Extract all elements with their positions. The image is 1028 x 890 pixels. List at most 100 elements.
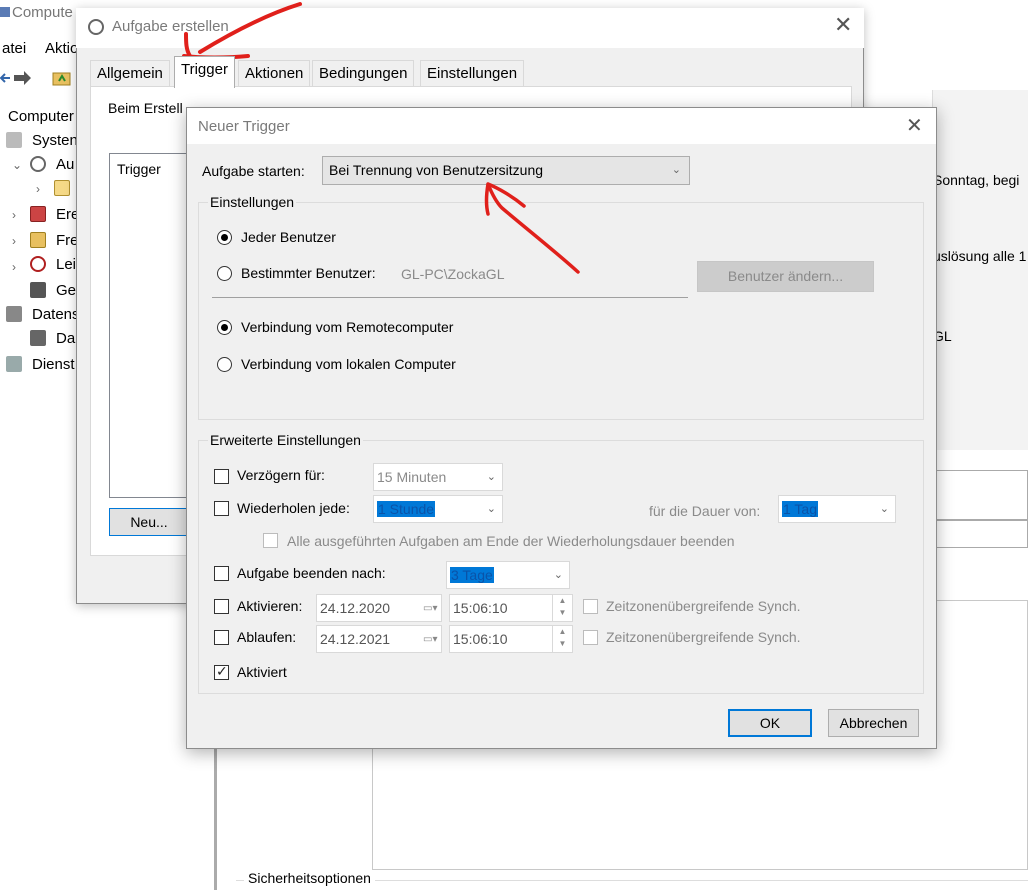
duration-label: für die Dauer von: — [649, 503, 761, 519]
activate-time-value: 15:06:10 — [453, 600, 508, 616]
activate-sync-checkbox[interactable] — [583, 599, 598, 614]
tree-item-performance[interactable]: Lei — [56, 256, 76, 280]
task-library-icon[interactable] — [54, 180, 70, 196]
specific-user-radio[interactable] — [217, 266, 232, 281]
clock-icon — [30, 156, 46, 172]
activate-label: Aktivieren: — [237, 598, 303, 614]
change-user-button[interactable]: Benutzer ändern... — [697, 261, 874, 292]
remote-connection-radio[interactable] — [217, 320, 232, 335]
delay-checkbox[interactable] — [214, 469, 229, 484]
divider — [212, 297, 688, 298]
activate-date-value: 24.12.2020 — [320, 600, 391, 616]
new-trigger-button[interactable]: Neu... — [109, 508, 189, 536]
repeat-select[interactable]: 1 Stunde ⌄ — [373, 495, 503, 523]
trigger-summary-text: Sonntag, begi — [933, 172, 1020, 188]
start-task-select[interactable]: Bei Trennung von Benutzersitzung ⌄ — [322, 156, 690, 185]
clock-icon — [88, 19, 104, 35]
stop-all-checkbox[interactable] — [263, 533, 278, 548]
create-task-title: Aufgabe erstellen — [112, 18, 229, 35]
ok-button[interactable]: OK — [728, 709, 812, 737]
advanced-settings-label: Erweiterte Einstellungen — [208, 432, 363, 448]
computer-management-icon — [0, 7, 10, 17]
expire-time-picker[interactable]: 15:06:10 ▲ ▼ — [449, 625, 573, 653]
services-icon — [6, 356, 22, 372]
stop-all-label: Alle ausgeführten Aufgaben am Ende der W… — [287, 533, 735, 549]
tree-item-computer[interactable]: Computer — [8, 108, 74, 132]
tab-bedingungen[interactable]: Bedingungen — [312, 60, 415, 86]
enabled-label: Aktiviert — [237, 664, 287, 680]
stop-after-checkbox[interactable] — [214, 566, 229, 581]
tab-trigger[interactable]: Trigger — [174, 56, 235, 88]
chevron-right-icon[interactable]: › — [12, 234, 16, 248]
expire-sync-label: Zeitzonenübergreifende Synch. — [606, 629, 801, 645]
chevron-down-icon: ⌄ — [486, 503, 496, 515]
new-trigger-titlebar[interactable] — [187, 108, 936, 144]
tree-item-disk-management[interactable]: Da — [56, 330, 75, 354]
chevron-right-icon[interactable]: › — [12, 260, 16, 274]
tree-item-storage[interactable]: Datens — [32, 306, 80, 330]
tab-einstellungen[interactable]: Einstellungen — [420, 60, 525, 86]
time-spinner-icon[interactable]: ▲ ▼ — [552, 595, 572, 621]
tree-item-services[interactable]: Dienst — [32, 356, 75, 380]
trigger-summary-text: uslösung alle 1 — [933, 248, 1027, 264]
delay-select[interactable]: 15 Minuten ⌄ — [373, 463, 503, 491]
close-icon[interactable]: ✕ — [834, 14, 852, 36]
activate-time-picker[interactable]: 15:06:10 ▲ ▼ — [449, 594, 573, 622]
expire-sync-checkbox[interactable] — [583, 630, 598, 645]
expire-checkbox[interactable] — [214, 630, 229, 645]
delay-value: 15 Minuten — [377, 469, 447, 485]
duration-value: 1 Tag — [782, 501, 818, 517]
chevron-down-icon: ⌄ — [671, 164, 681, 176]
user-name-value: GL-PC\ZockaGL — [401, 266, 505, 282]
calendar-icon[interactable]: ▭▾ — [423, 604, 437, 614]
performance-icon — [30, 256, 46, 272]
menu-datei[interactable]: atei — [2, 40, 26, 57]
trigger-list[interactable] — [109, 153, 189, 498]
tree-item-device-manager[interactable]: Ge — [56, 282, 76, 306]
repeat-label: Wiederholen jede: — [237, 500, 350, 516]
background-field — [932, 520, 1028, 548]
time-spinner-icon[interactable]: ▲ ▼ — [552, 626, 572, 652]
tab-allgemein[interactable]: Allgemein — [90, 60, 170, 86]
folder-up-icon[interactable] — [52, 69, 72, 87]
event-viewer-icon — [30, 206, 46, 222]
expire-label: Ablaufen: — [237, 629, 297, 645]
duration-select[interactable]: 1 Tag ⌄ — [778, 495, 896, 523]
new-trigger-title: Neuer Trigger — [198, 118, 290, 135]
cancel-button[interactable]: Abbrechen — [828, 709, 919, 737]
specific-user-label: Bestimmter Benutzer: — [241, 265, 376, 281]
menu-aktion[interactable]: Aktio — [45, 40, 78, 57]
activate-date-picker[interactable]: 24.12.2020 ▭▾ — [316, 594, 442, 622]
repeat-value: 1 Stunde — [377, 501, 436, 517]
activate-checkbox[interactable] — [214, 599, 229, 614]
stop-after-value: 3 Tage — [450, 567, 494, 583]
navigation-tree: Computer Systen ⌄ Au › › Ere › Fre › Lei… — [0, 100, 80, 400]
delay-label: Verzögern für: — [237, 467, 325, 483]
expire-date-picker[interactable]: 24.12.2021 ▭▾ — [316, 625, 442, 653]
trigger-column-header[interactable]: Trigger — [117, 161, 161, 177]
chevron-down-icon: ⌄ — [553, 569, 563, 581]
disk-management-icon — [30, 330, 46, 346]
start-task-value: Bei Trennung von Benutzersitzung — [329, 162, 544, 178]
expire-time-value: 15:06:10 — [453, 631, 508, 647]
tab-aktionen[interactable]: Aktionen — [238, 60, 311, 86]
chevron-down-icon[interactable]: ⌄ — [12, 158, 22, 172]
tree-item-task-scheduler[interactable]: Au — [56, 156, 74, 180]
stop-after-select[interactable]: 3 Tage ⌄ — [446, 561, 570, 589]
enabled-checkbox[interactable] — [214, 663, 229, 680]
any-user-label: Jeder Benutzer — [241, 229, 336, 245]
local-connection-label: Verbindung vom lokalen Computer — [241, 356, 456, 372]
repeat-checkbox[interactable] — [214, 501, 229, 516]
chevron-right-icon[interactable]: › — [36, 182, 40, 196]
close-icon[interactable]: ✕ — [906, 116, 923, 136]
expire-date-value: 24.12.2021 — [320, 631, 391, 647]
any-user-radio[interactable] — [217, 230, 232, 245]
chevron-down-icon: ⌄ — [879, 503, 889, 515]
tree-item-system[interactable]: Systen — [32, 132, 78, 156]
system-tools-icon — [6, 132, 22, 148]
forward-arrow-icon[interactable] — [12, 69, 32, 87]
chevron-right-icon[interactable]: › — [12, 208, 16, 222]
chevron-down-icon: ⌄ — [486, 471, 496, 483]
local-connection-radio[interactable] — [217, 357, 232, 372]
calendar-icon[interactable]: ▭▾ — [423, 635, 437, 645]
